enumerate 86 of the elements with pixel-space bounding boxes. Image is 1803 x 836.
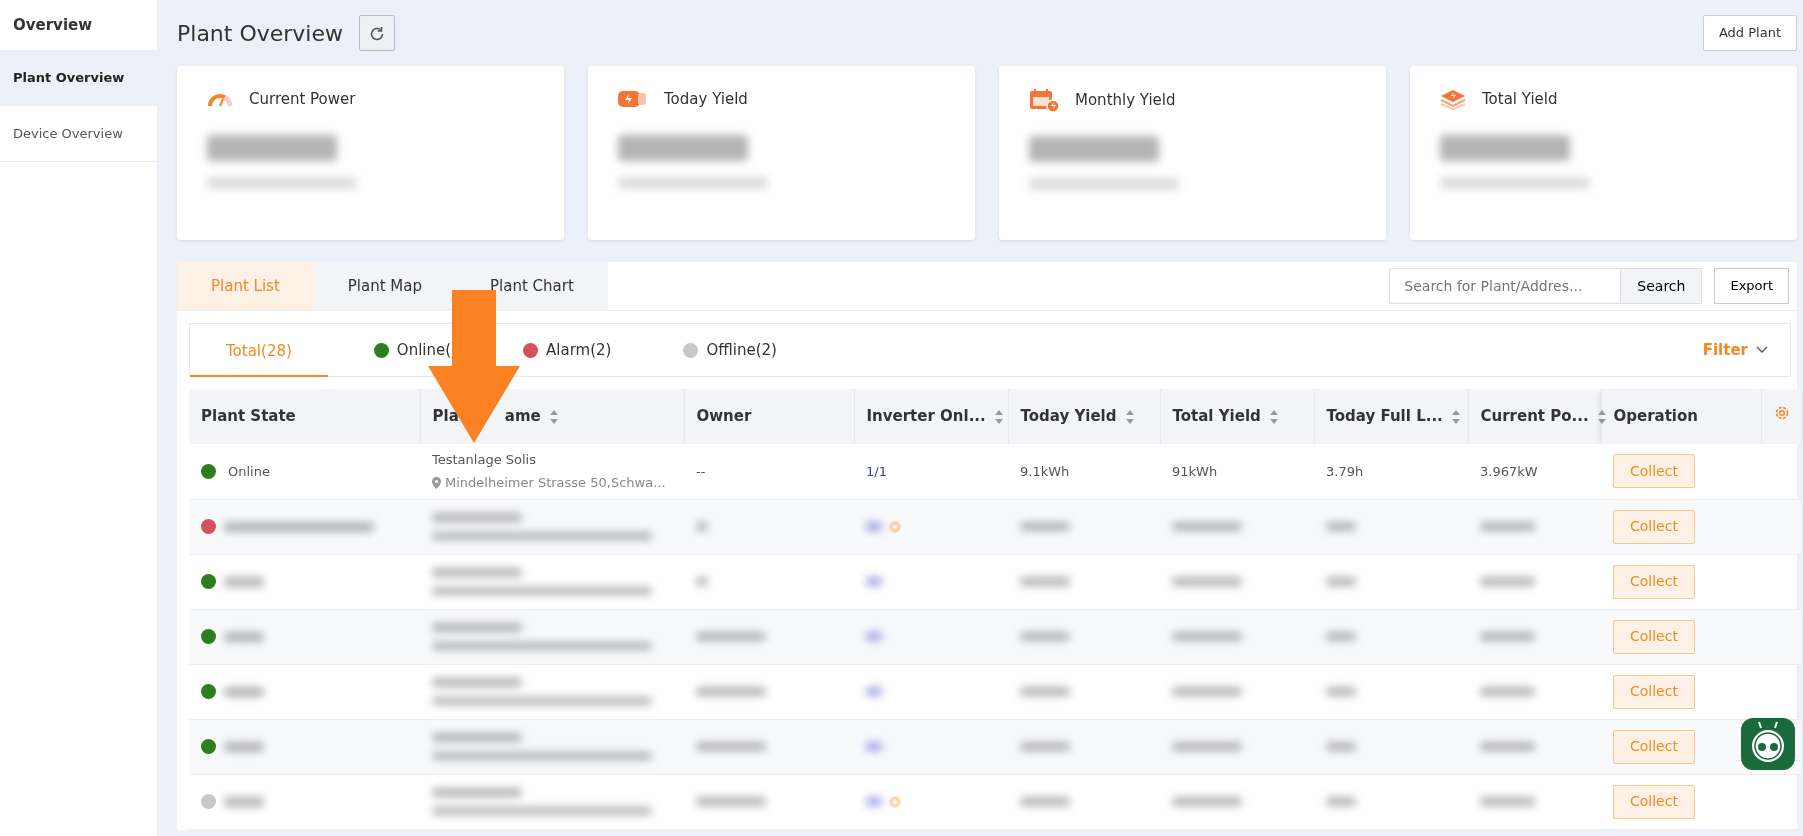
blurred-value — [224, 741, 264, 752]
column-header: Owner — [696, 406, 752, 428]
blurred-value — [1480, 797, 1535, 806]
plant-name: Testanlage Solis — [432, 450, 537, 469]
blurred-value — [1480, 632, 1535, 641]
sidebar-item[interactable]: Plant Overview — [0, 50, 157, 106]
search-button[interactable]: Search — [1621, 268, 1703, 304]
blurred-value — [1020, 687, 1070, 696]
blurred-value — [696, 687, 766, 696]
state-tab[interactable]: Alarm(2) — [519, 323, 616, 377]
sort-icon[interactable] — [1596, 408, 1607, 425]
sort-icon[interactable] — [993, 408, 1004, 425]
blurred-value — [1020, 577, 1070, 586]
blurred-value — [1172, 687, 1242, 696]
column-header: Today Yield — [1020, 406, 1117, 428]
sort-icon[interactable] — [1124, 408, 1135, 425]
blurred-value — [1480, 522, 1535, 531]
stat-label: Current Power — [249, 89, 356, 110]
blurred-value — [696, 742, 766, 751]
sort-icon[interactable] — [1268, 408, 1279, 425]
column-header: Today Full L... — [1326, 406, 1443, 428]
column-header: Total Yield — [1172, 406, 1261, 428]
plant-address: Mindelheimer Strasse 50,Schwa... — [445, 474, 666, 493]
blurred-value — [866, 522, 882, 531]
blurred-value — [224, 631, 264, 642]
status-text: Online — [228, 462, 270, 481]
blurred-value — [1020, 797, 1070, 806]
blurred-value — [1020, 632, 1070, 641]
blurred-value — [1326, 632, 1356, 641]
blurred-value — [1172, 522, 1242, 531]
blurred-value — [1020, 742, 1070, 751]
page-title: Plant Overview — [177, 19, 343, 48]
blurred-value — [1326, 577, 1356, 586]
blurred-value — [1172, 742, 1242, 751]
blurred-value — [866, 797, 882, 806]
inverter-count[interactable]: 1/1 — [866, 463, 887, 479]
refresh-icon — [368, 24, 386, 43]
column-header: Pla — [432, 406, 459, 428]
blurred-value — [696, 797, 766, 806]
total-yield: 91kWh — [1172, 463, 1218, 479]
blurred-value — [224, 686, 264, 697]
blurred-value — [224, 796, 264, 807]
current-power: 3.967kW — [1480, 463, 1538, 479]
battery-icon — [618, 91, 648, 108]
stat-label: Monthly Yield — [1075, 89, 1176, 111]
blurred-value — [1326, 687, 1356, 696]
blurred-value — [1172, 632, 1242, 641]
blurred-value — [1480, 577, 1535, 586]
robot-icon[interactable] — [1741, 718, 1795, 770]
sort-icon[interactable] — [1450, 408, 1461, 425]
blurred-value — [1326, 797, 1356, 806]
sidebar-item[interactable]: Device Overview — [0, 106, 157, 162]
search-field[interactable]: Search for Plant/Addres... — [1389, 268, 1622, 304]
column-header: Plant State — [201, 406, 296, 428]
blurred-value — [696, 522, 708, 531]
calendar-icon — [1029, 88, 1059, 112]
state-tab[interactable]: Offline(2) — [679, 323, 781, 377]
layers-icon — [1440, 88, 1466, 111]
sort-icon[interactable] — [548, 408, 559, 425]
blurred-value — [1480, 742, 1535, 751]
blurred-value — [224, 576, 264, 587]
owner-text: -- — [696, 463, 706, 479]
blurred-value — [1020, 522, 1070, 531]
blurred-value — [1326, 522, 1356, 531]
chevron-down-icon — [1756, 346, 1768, 354]
sidebar-title: Overview — [12, 15, 94, 36]
blurred-value — [1172, 797, 1242, 806]
column-header: Inverter Onl... — [866, 406, 986, 428]
today-yield: 9.1kWh — [1020, 463, 1070, 479]
stat-label: Total Yield — [1482, 89, 1558, 110]
blurred-value — [696, 577, 708, 586]
settings-icon[interactable] — [1773, 405, 1790, 422]
blurred-value — [1172, 577, 1242, 586]
refresh-button[interactable] — [359, 15, 395, 51]
blurred-value — [1480, 687, 1535, 696]
full-load-hours: 3.79h — [1326, 463, 1364, 479]
view-tab[interactable]: Plant Map — [313, 262, 456, 310]
blurred-value — [696, 632, 766, 641]
add-plant-button[interactable]: Add Plant — [1702, 15, 1797, 51]
blurred-value — [1326, 742, 1356, 751]
stat-label: Today Yield — [664, 89, 748, 110]
location-pin-icon — [432, 477, 441, 489]
column-header: ame — [504, 406, 541, 428]
column-header: Operation — [1613, 406, 1698, 428]
column-header: Current Po... — [1480, 406, 1589, 428]
export-button[interactable]: Export — [1714, 268, 1789, 304]
